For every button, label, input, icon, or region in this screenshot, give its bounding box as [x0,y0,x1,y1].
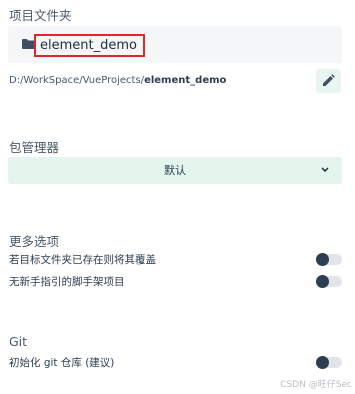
git-init-label: 初始化 git 仓库 (建议) [9,357,115,369]
folder-name-input[interactable]: element_demo [8,26,342,63]
git-title: Git [9,334,28,349]
project-folder-title: 项目文件夹 [9,8,72,23]
overwrite-label: 若目标文件夹已存在则将其覆盖 [9,254,156,266]
chevron-down-icon [321,167,329,173]
path-prefix: D:/WorkSpace/VueProjects/ [9,75,145,86]
git-init-toggle[interactable] [316,356,342,369]
option-row-overwrite[interactable]: 若目标文件夹已存在则将其覆盖 [9,252,342,268]
path-folder-name: element_demo [144,75,227,86]
no-guide-label: 无新手指引的脚手架项目 [9,276,125,288]
pencil-icon [323,74,335,86]
toggle-knob [316,275,329,288]
toggle-knob [316,253,329,266]
more-options-title: 更多选项 [9,234,60,249]
folder-name-value[interactable]: element_demo [34,34,145,57]
no-guide-toggle[interactable] [316,275,342,288]
project-create-details: 项目文件夹 element_demo D:/WorkSpace/VueProje… [0,0,355,394]
package-manager-selected: 默认 [164,164,186,177]
overwrite-toggle[interactable] [316,253,342,266]
package-manager-select[interactable]: 默认 [8,157,342,184]
toggle-knob [316,356,329,369]
package-manager-title: 包管理器 [9,140,60,155]
option-row-no-guide[interactable]: 无新手指引的脚手架项目 [9,274,342,290]
watermark: CSDN @旺仔Sec [280,380,352,390]
project-path: D:/WorkSpace/VueProjects/element_demo [9,75,226,86]
option-row-git-init[interactable]: 初始化 git 仓库 (建议) [9,355,342,371]
edit-path-button[interactable] [316,69,341,93]
